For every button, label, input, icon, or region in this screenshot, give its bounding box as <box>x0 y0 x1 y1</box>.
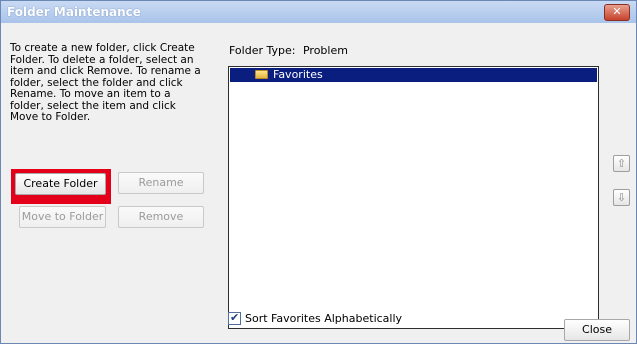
sort-favorites-label[interactable]: Sort Favorites Alphabetically <box>245 312 402 325</box>
move-up-button[interactable]: ⇧ <box>613 155 630 172</box>
dialog-title: Folder Maintenance <box>7 5 141 19</box>
folder-type-label: Folder Type: <box>229 44 296 57</box>
rename-button[interactable]: Rename <box>118 172 204 194</box>
sort-favorites-checkbox[interactable]: ✔ <box>228 311 241 325</box>
folder-maintenance-dialog: Folder Maintenance ✕ To create a new fol… <box>0 0 637 344</box>
checkmark-icon: ✔ <box>230 311 240 324</box>
list-item[interactable]: Favorites <box>230 68 597 82</box>
create-folder-button[interactable]: Create Folder <box>15 173 106 195</box>
close-icon: ✕ <box>612 5 622 18</box>
instructions-text: To create a new folder, click Create Fol… <box>10 42 201 123</box>
folder-type-row: Folder Type: Problem <box>229 44 348 57</box>
move-down-button[interactable]: ⇩ <box>613 189 630 206</box>
list-item-label: Favorites <box>273 68 323 81</box>
folder-list[interactable]: Favorites <box>228 66 599 329</box>
move-to-folder-button[interactable]: Move to Folder <box>19 206 106 228</box>
folder-icon <box>255 70 268 79</box>
close-window-button[interactable]: ✕ <box>604 4 630 21</box>
folder-type-value: Problem <box>302 44 348 57</box>
up-arrow-icon: ⇧ <box>616 157 627 170</box>
close-button[interactable]: Close <box>564 319 630 341</box>
title-bar: Folder Maintenance ✕ <box>1 1 636 24</box>
remove-button[interactable]: Remove <box>118 206 204 228</box>
down-arrow-icon: ⇩ <box>616 191 627 204</box>
dialog-content: To create a new folder, click Create Fol… <box>1 23 636 343</box>
